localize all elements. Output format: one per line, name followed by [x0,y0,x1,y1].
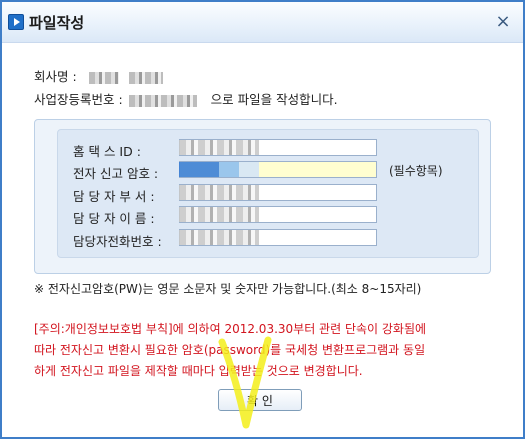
biz-no-suffix: 으로 파일을 작성합니다. [210,92,338,107]
company-name-redacted [88,71,119,84]
biz-no-label: 사업장등록번호 : [34,92,123,107]
company-name-redacted-2 [128,71,163,84]
required-note: (필수항목) [389,164,443,178]
biz-no-line: 사업장등록번호 : 으로 파일을 작성합니다. [34,89,338,108]
manager-name-label: 담 당 자 이 름 : [73,211,155,226]
title-bar[interactable]: 파일작성 × [2,2,523,43]
company-label: 회사명 : [34,69,77,84]
privacy-notice: [주의:개인정보보호법 부칙]에 의하여 2012.03.30부터 관련 단속이… [34,319,504,382]
notice-line-1: [주의:개인정보보호법 부칙]에 의하여 2012.03.30부터 관련 단속이… [34,322,427,336]
hometax-id-label: 홈 택 스 ID : [73,144,141,159]
notice-line-2: 따라 전자신고 변환시 필요한 암호(password)를 국세청 변환프로그램… [34,343,426,357]
manager-department-label: 담 당 자 부 서 : [73,189,155,204]
hometax-id-redacted [179,140,259,155]
notice-line-3: 하게 전자신고 파일을 제작할 때마다 입력받는 것으로 변경합니다. [34,364,363,378]
password-rule-note: ※ 전자신고암호(PW)는 영문 소문자 및 숫자만 가능합니다.(최소 8~1… [34,282,422,296]
manager-department-redacted [179,185,259,200]
confirm-button[interactable]: 확 인 [218,389,302,411]
filing-password-redacted [179,162,259,177]
company-line: 회사명 : [34,66,163,85]
dialog-title: 파일작성 [29,14,85,32]
manager-phone-redacted [179,230,259,245]
manager-name-redacted [179,207,259,222]
biz-no-redacted [128,94,197,107]
close-button[interactable]: × [492,11,514,33]
filing-password-label: 전자 신고 암호 : [73,166,159,181]
manager-phone-label: 담당자전화번호 : [73,234,162,249]
app-icon [8,14,24,30]
